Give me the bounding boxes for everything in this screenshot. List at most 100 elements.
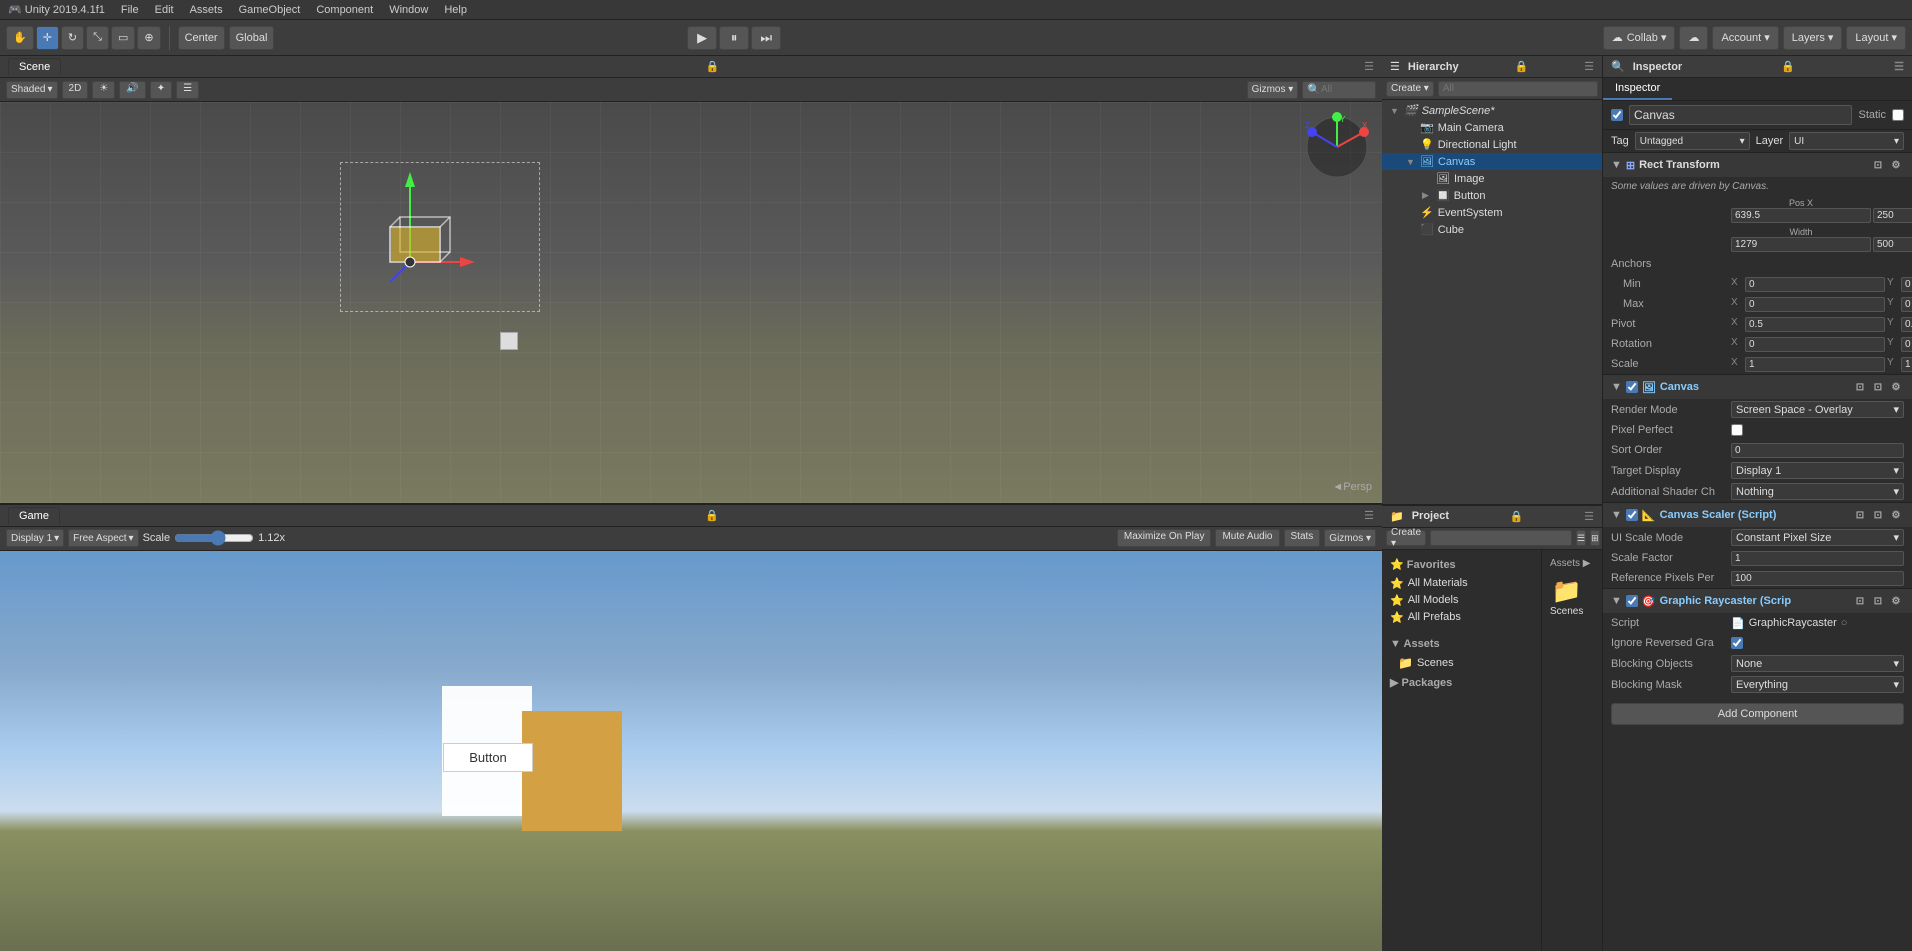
aspect-dropdown[interactable]: Free Aspect ▾ — [68, 529, 138, 547]
blocking-mask-dropdown[interactable]: Everything ▾ — [1731, 676, 1904, 693]
canvas-component-header[interactable]: ▼ 🖼 Canvas ⊡ ⊡ ⚙ — [1603, 374, 1912, 399]
sort-order-field[interactable] — [1731, 443, 1904, 458]
scale-y[interactable] — [1901, 357, 1912, 372]
width-field[interactable] — [1731, 237, 1871, 252]
scene-menu-icon[interactable]: ☰ — [1364, 60, 1374, 73]
canvas-comp-settings[interactable]: ⚙ — [1888, 379, 1904, 395]
rotate-tool[interactable]: ↻ — [61, 26, 84, 50]
scaler-icon2[interactable]: ⊡ — [1870, 507, 1886, 523]
scale-slider[interactable] — [174, 530, 254, 546]
inspector-menu[interactable]: ☰ — [1894, 60, 1904, 73]
height-field[interactable] — [1873, 237, 1912, 252]
project-list-view[interactable]: ☰ — [1576, 530, 1586, 546]
play-button[interactable]: ▶ — [687, 26, 717, 50]
additional-shader-dropdown[interactable]: Nothing ▾ — [1731, 483, 1904, 500]
scale-x[interactable] — [1745, 357, 1885, 372]
mute-audio-btn[interactable]: Mute Audio — [1215, 529, 1279, 547]
scale-tool[interactable]: ⤡ — [86, 26, 109, 50]
hierarchy-lock[interactable]: 🔒 — [1515, 60, 1529, 73]
menu-window[interactable]: Window — [389, 4, 428, 16]
account-dropdown[interactable]: Account ▾ — [1712, 26, 1778, 50]
pos-x-field[interactable] — [1731, 208, 1871, 223]
game-tab[interactable]: Game — [8, 507, 60, 524]
anchor-min-x[interactable] — [1745, 277, 1885, 292]
game-menu-icon[interactable]: ☰ — [1364, 509, 1374, 522]
add-component-button[interactable]: Add Component — [1611, 703, 1904, 725]
pivot-global-btn[interactable]: Global — [229, 26, 275, 50]
scene-layers-btn[interactable]: ☰ — [176, 81, 199, 99]
hierarchy-menu[interactable]: ☰ — [1584, 60, 1594, 73]
raycaster-header[interactable]: ▼ 🎯 Graphic Raycaster (Scrip ⊡ ⊡ ⚙ — [1603, 588, 1912, 613]
inspector-lock[interactable]: 🔒 — [1781, 60, 1795, 73]
scaler-checkbox[interactable] — [1626, 509, 1638, 521]
layers-dropdown[interactable]: Layers ▾ — [1783, 26, 1843, 50]
ignore-reversed-checkbox[interactable] — [1731, 637, 1743, 649]
pause-button[interactable]: ⏸ — [719, 26, 749, 50]
collab-dropdown[interactable]: ☁ Collab ▾ — [1603, 26, 1676, 50]
canvas-comp-icon1[interactable]: ⊡ — [1852, 379, 1868, 395]
menu-file[interactable]: File — [121, 4, 139, 16]
gizmos-dropdown[interactable]: Gizmos ▾ — [1247, 81, 1299, 99]
game-viewport[interactable]: Button — [0, 551, 1382, 951]
pos-y-field[interactable] — [1873, 208, 1912, 223]
proj-all-prefabs[interactable]: ⭐ All Prefabs — [1382, 609, 1541, 626]
scale-factor-field[interactable] — [1731, 551, 1904, 566]
menu-assets[interactable]: Assets — [190, 4, 223, 16]
stats-btn[interactable]: Stats — [1284, 529, 1321, 547]
rect-settings-icon[interactable]: ⚙ — [1888, 157, 1904, 173]
layer-dropdown[interactable]: UI ▾ — [1789, 132, 1904, 150]
lighting-btn[interactable]: ☀ — [92, 81, 115, 99]
rect-edit-icon[interactable]: ⊡ — [1870, 157, 1886, 173]
game-button[interactable]: Button — [443, 743, 533, 772]
proj-all-models[interactable]: ⭐ All Models — [1382, 592, 1541, 609]
pivot-y[interactable] — [1901, 317, 1912, 332]
hierarchy-item-image[interactable]: 🖼 Image — [1382, 170, 1602, 187]
anchor-max-y[interactable] — [1901, 297, 1912, 312]
canvas-scaler-header[interactable]: ▼ 📐 Canvas Scaler (Script) ⊡ ⊡ ⚙ — [1603, 502, 1912, 527]
hierarchy-item-cube[interactable]: ⬛ Cube — [1382, 221, 1602, 238]
canvas-comp-icon2[interactable]: ⊡ — [1870, 379, 1886, 395]
raycaster-settings[interactable]: ⚙ — [1888, 593, 1904, 609]
ui-scale-mode-dropdown[interactable]: Constant Pixel Size ▾ — [1731, 529, 1904, 546]
hierarchy-item-main-camera[interactable]: 📷 Main Camera — [1382, 119, 1602, 136]
tag-dropdown[interactable]: Untagged ▾ — [1635, 132, 1750, 150]
raycaster-icon2[interactable]: ⊡ — [1870, 593, 1886, 609]
scene-search-input[interactable] — [1321, 84, 1371, 95]
hierarchy-search[interactable] — [1438, 81, 1598, 97]
display-dropdown[interactable]: Display 1 ▾ — [6, 529, 64, 547]
ref-pixels-field[interactable] — [1731, 571, 1904, 586]
hierarchy-scene-root[interactable]: ▼ 🎬 SampleScene* — [1382, 102, 1602, 119]
rot-y[interactable] — [1901, 337, 1912, 352]
project-search[interactable] — [1430, 530, 1572, 546]
static-checkbox[interactable] — [1892, 109, 1904, 121]
menu-component[interactable]: Component — [316, 4, 373, 16]
project-grid-view[interactable]: ⊞ — [1590, 530, 1600, 546]
rect-transform-header[interactable]: ▼ ⊞ Rect Transform ⊡ ⚙ — [1603, 152, 1912, 177]
target-display-dropdown[interactable]: Display 1 ▾ — [1731, 462, 1904, 479]
fx-btn[interactable]: ✦ — [150, 81, 172, 99]
2d-btn[interactable]: 2D — [62, 81, 89, 99]
scene-tab[interactable]: Scene — [8, 58, 61, 75]
raycaster-icon1[interactable]: ⊡ — [1852, 593, 1868, 609]
proj-all-materials[interactable]: ⭐ All Materials — [1382, 575, 1541, 592]
pivot-center-btn[interactable]: Center — [178, 26, 225, 50]
hierarchy-item-dir-light[interactable]: 💡 Directional Light — [1382, 136, 1602, 153]
move-tool[interactable]: ✛ — [36, 26, 59, 50]
scenes-folder-item[interactable]: 📁 Scenes — [1550, 577, 1583, 617]
rect-tool[interactable]: ▭ — [111, 26, 135, 50]
hierarchy-create-btn[interactable]: Create ▾ — [1386, 81, 1434, 97]
project-menu[interactable]: ☰ — [1584, 510, 1594, 523]
pivot-x[interactable] — [1745, 317, 1885, 332]
object-active-checkbox[interactable] — [1611, 109, 1623, 121]
menu-edit[interactable]: Edit — [155, 4, 174, 16]
hand-tool[interactable]: ✋ — [6, 26, 34, 50]
layout-dropdown[interactable]: Layout ▾ — [1846, 26, 1906, 50]
rot-x[interactable] — [1745, 337, 1885, 352]
project-lock[interactable]: 🔒 — [1510, 510, 1524, 523]
proj-scenes-folder[interactable]: 📁 Scenes — [1382, 654, 1541, 672]
raycaster-checkbox[interactable] — [1626, 595, 1638, 607]
blocking-objects-dropdown[interactable]: None ▾ — [1731, 655, 1904, 672]
object-name-field[interactable] — [1629, 105, 1852, 125]
hierarchy-item-eventsystem[interactable]: ⚡ EventSystem — [1382, 204, 1602, 221]
shading-dropdown[interactable]: Shaded ▾ — [6, 81, 58, 99]
